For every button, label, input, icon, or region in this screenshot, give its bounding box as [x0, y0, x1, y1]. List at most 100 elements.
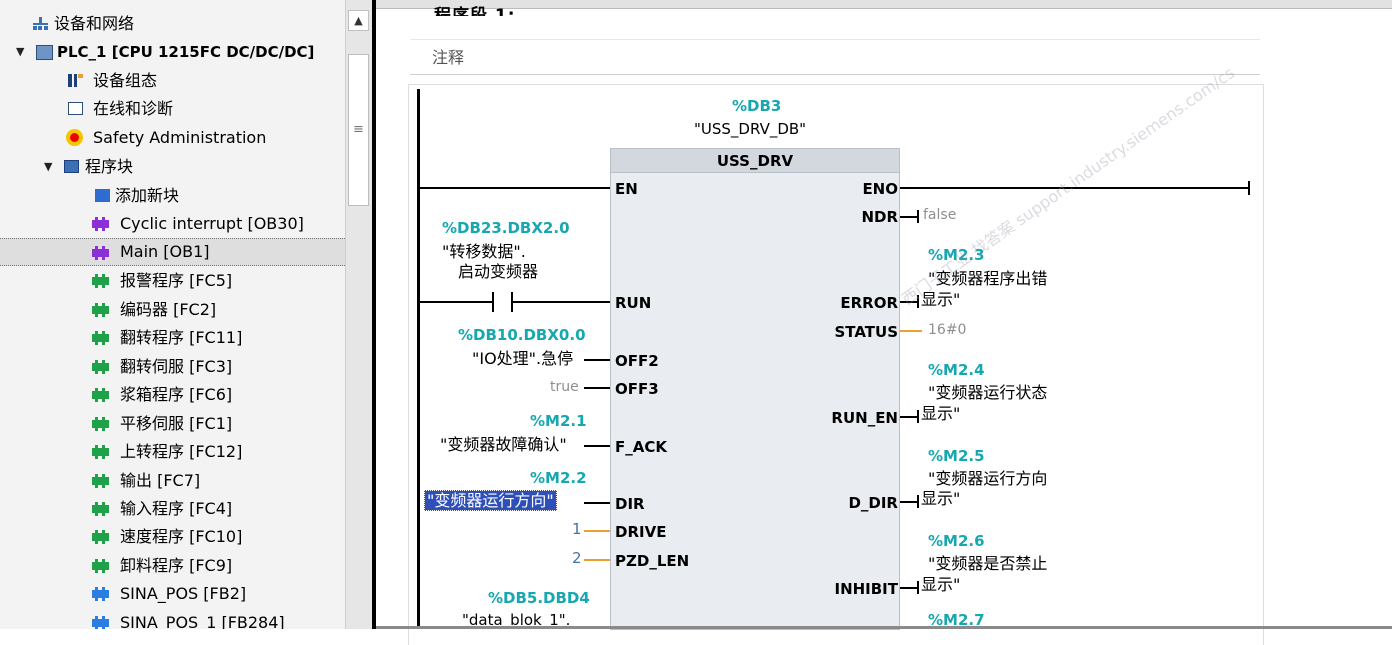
tree-item-block[interactable]: SINA_POS [FB2]	[0, 580, 345, 608]
fc-block-icon	[92, 530, 109, 544]
pin-d-dir: D_DIR	[848, 494, 898, 512]
fc-block-icon	[92, 360, 109, 374]
inhibit-symbol-1[interactable]: "变频器是否禁止	[928, 554, 1047, 573]
pzd-len-value[interactable]: 2	[572, 549, 582, 567]
ob-block-icon	[92, 217, 109, 231]
f-ack-symbol[interactable]: "变频器故障确认"	[440, 435, 567, 454]
pin-inhibit: INHIBIT	[834, 580, 898, 598]
tree-item-add-block[interactable]: 添加新块	[0, 182, 345, 210]
off3-value[interactable]: true	[550, 378, 579, 396]
f-ack-wire	[584, 445, 610, 447]
tree-item-program-blocks[interactable]: ▼ 程序块	[0, 153, 345, 181]
instance-db-address[interactable]: %DB3	[732, 97, 781, 115]
power-rail	[417, 89, 420, 629]
off2-address[interactable]: %DB10.DBX0.0	[458, 326, 586, 344]
tree-item-block[interactable]: Cyclic interrupt [OB30]	[0, 210, 345, 238]
pzd-len-wire	[584, 559, 610, 561]
tree-item-online-diagnostics[interactable]: 在线和诊断	[0, 95, 345, 123]
add-block-icon	[95, 189, 110, 202]
run-symbol-1[interactable]: "转移数据".	[442, 242, 526, 261]
tree-item-block[interactable]: 报警程序 [FC5]	[0, 267, 345, 295]
off2-symbol[interactable]: "IO处理".急停	[472, 349, 573, 368]
run-en-address[interactable]: %M2.4	[928, 361, 985, 379]
d-dir-address[interactable]: %M2.5	[928, 447, 985, 465]
drive-value[interactable]: 1	[572, 520, 582, 538]
instance-db-name[interactable]: "USS_DRV_DB"	[694, 120, 806, 139]
tree-item-device-config[interactable]: 设备组态	[0, 67, 345, 95]
tree-item-block[interactable]: 输入程序 [FC4]	[0, 495, 345, 523]
scrollbar-thumb[interactable]: ≡	[348, 54, 369, 206]
d-dir-symbol-1[interactable]: "变频器运行方向	[928, 469, 1047, 488]
run-en-symbol-2[interactable]: 显示"	[921, 404, 960, 423]
pin-off3: OFF3	[615, 380, 659, 398]
tree-item-block[interactable]: SINA_POS_1 [FB284]	[0, 609, 345, 629]
run-en-symbol-1[interactable]: "变频器运行状态	[928, 383, 1047, 402]
editor-toolbar-strip	[376, 0, 1392, 9]
d-dir-wire-end	[917, 495, 919, 508]
last-input-address[interactable]: %DB5.DBD4	[488, 589, 590, 607]
inhibit-symbol-2[interactable]: 显示"	[921, 575, 960, 594]
tree-item-devices-networks[interactable]: 设备和网络	[0, 10, 345, 38]
pin-run-en: RUN_EN	[831, 409, 898, 427]
tree-item-safety-admin[interactable]: Safety Administration	[0, 124, 345, 152]
network-title[interactable]: 程序段 1:	[434, 6, 516, 16]
run-en-wire-end	[917, 410, 919, 423]
ndr-wire-end	[917, 210, 919, 223]
tree-item-plc[interactable]: ▼ PLC_1 [CPU 1215FC DC/DC/DC]	[0, 38, 345, 66]
scroll-up-button[interactable]: ▲	[348, 10, 369, 31]
en-wire	[420, 187, 610, 189]
ndr-wire	[900, 216, 918, 218]
inhibit-wire	[900, 587, 918, 589]
fc-block-icon	[92, 474, 109, 488]
d-dir-wire	[900, 501, 918, 503]
tree-item-block[interactable]: 编码器 [FC2]	[0, 296, 345, 324]
safety-icon	[66, 129, 83, 146]
pin-drive: DRIVE	[615, 523, 667, 541]
off2-wire	[584, 359, 610, 361]
fc-block-icon	[92, 502, 109, 516]
tree-item-block[interactable]: 输出 [FC7]	[0, 467, 345, 495]
fb-block-icon	[92, 616, 109, 629]
pin-off2: OFF2	[615, 352, 659, 370]
run-wire-left	[420, 301, 492, 303]
tree-item-block[interactable]: 平移伺服 [FC1]	[0, 410, 345, 438]
d-dir-symbol-2[interactable]: 显示"	[921, 489, 960, 508]
online-diagnostics-icon	[68, 102, 83, 115]
no-contact-left-icon[interactable]	[492, 292, 494, 312]
project-tree: 设备和网络 ▼ PLC_1 [CPU 1215FC DC/DC/DC] 设备组态…	[0, 0, 345, 629]
fc-block-icon	[92, 274, 109, 288]
run-address[interactable]: %DB23.DBX2.0	[442, 219, 570, 237]
pin-status: STATUS	[834, 323, 898, 341]
f-ack-address[interactable]: %M2.1	[530, 412, 587, 430]
tree-item-block[interactable]: 浆箱程序 [FC6]	[0, 381, 345, 409]
folder-icon	[64, 160, 79, 173]
pin-ndr: NDR	[861, 208, 898, 226]
pin-run: RUN	[615, 294, 652, 312]
inhibit-wire-end	[917, 581, 919, 594]
drive-wire	[584, 530, 610, 532]
run-wire-right	[513, 301, 610, 303]
fc-block-icon	[92, 331, 109, 345]
dir-address[interactable]: %M2.2	[530, 469, 587, 487]
tree-scrollbar[interactable]: ▲ ≡	[345, 0, 372, 629]
tree-item-block[interactable]: 卸料程序 [FC9]	[0, 552, 345, 580]
status-value[interactable]: 16#0	[928, 321, 966, 339]
fc-block-icon	[92, 417, 109, 431]
tree-item-block[interactable]: 翻转程序 [FC11]	[0, 324, 345, 352]
tree-item-block[interactable]: 翻转伺服 [FC3]	[0, 353, 345, 381]
tree-item-block-selected[interactable]: Main [OB1]	[0, 238, 345, 266]
expand-arrow-icon[interactable]: ▼	[16, 38, 24, 66]
plc-icon	[36, 45, 53, 60]
expand-arrow-icon[interactable]: ▼	[44, 153, 52, 181]
network-comment[interactable]: 注释	[410, 39, 1260, 75]
tree-item-block[interactable]: 上转程序 [FC12]	[0, 438, 345, 466]
dir-symbol-selected[interactable]: "变频器运行方向"	[424, 490, 557, 511]
inhibit-address[interactable]: %M2.6	[928, 532, 985, 550]
ndr-value[interactable]: false	[923, 206, 956, 224]
run-symbol-2[interactable]: 启动变频器	[458, 262, 538, 281]
tree-item-block[interactable]: 速度程序 [FC10]	[0, 523, 345, 551]
function-block-title[interactable]: USS_DRV	[610, 148, 900, 173]
pin-en: EN	[615, 180, 638, 198]
pin-error: ERROR	[840, 294, 898, 312]
ob-block-icon	[92, 246, 109, 260]
